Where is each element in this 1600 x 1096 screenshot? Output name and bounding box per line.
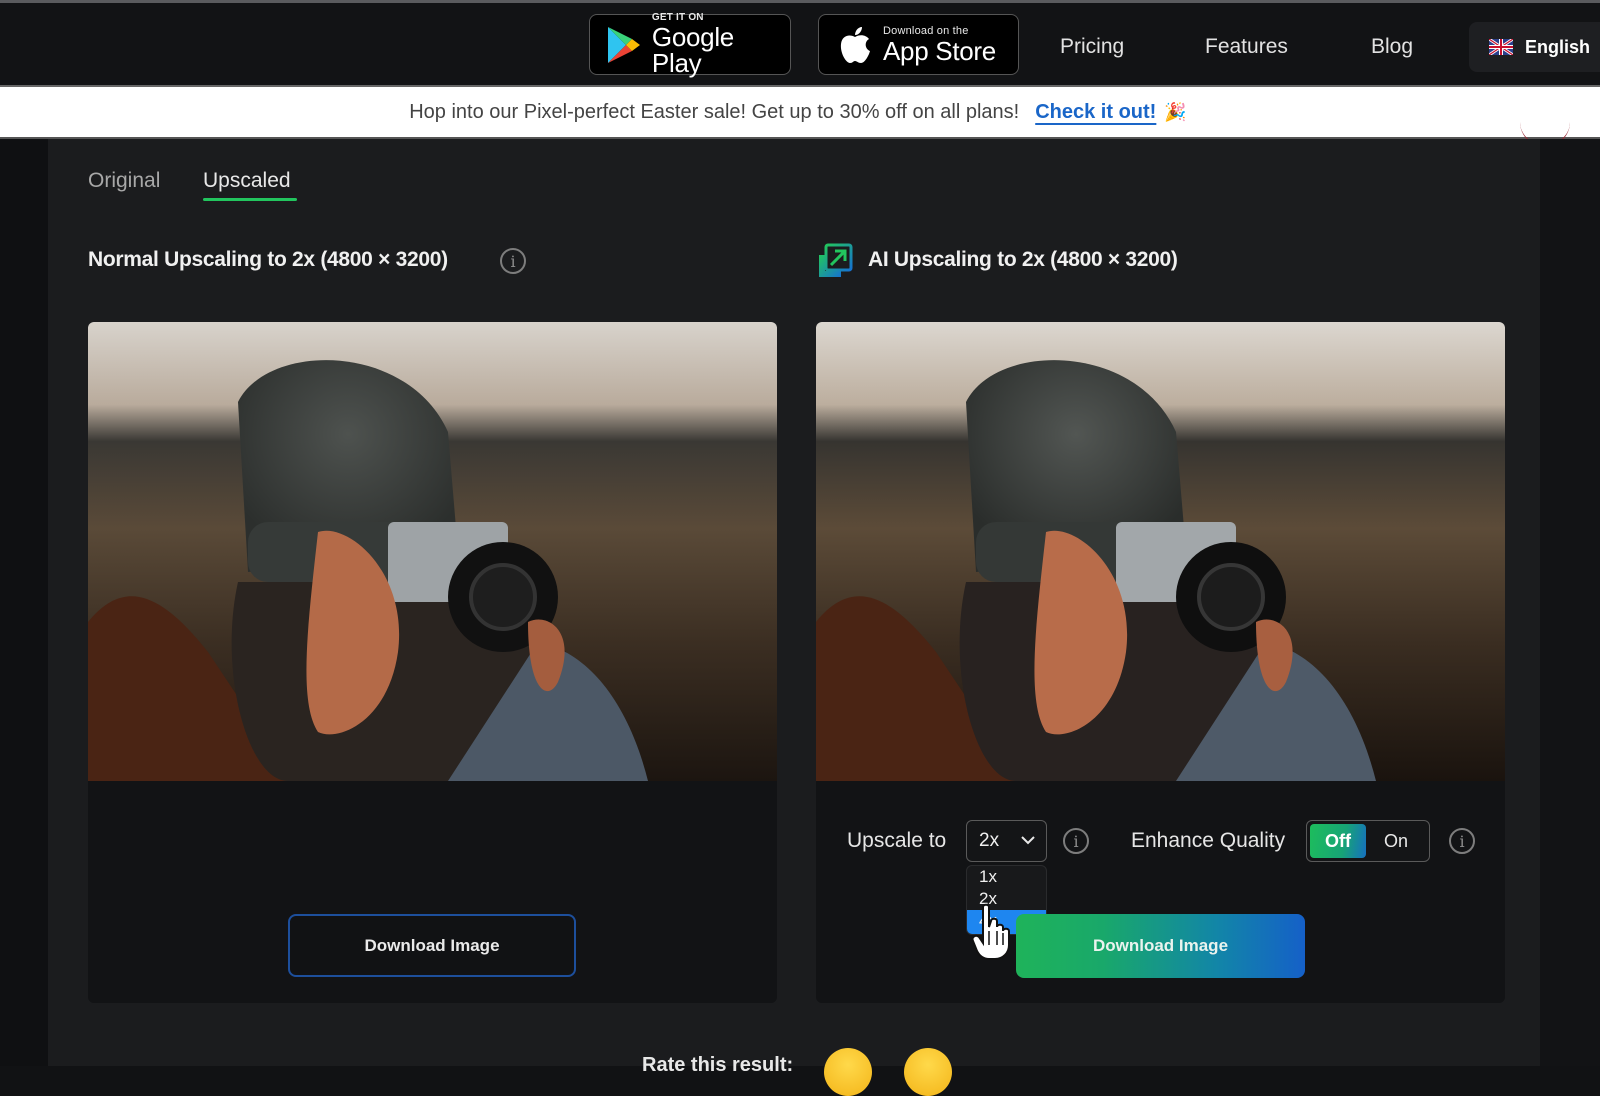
promo-link[interactable]: Check it out! <box>1035 101 1156 124</box>
neutral-face-emoji-icon[interactable] <box>904 1048 952 1096</box>
nav-link-features[interactable]: Features <box>1205 35 1288 59</box>
ai-upscaling-title: AI Upscaling to 2x (4800 × 3200) <box>868 248 1178 271</box>
toggle-off-option[interactable]: Off <box>1310 824 1366 858</box>
apple-icon <box>835 25 875 65</box>
language-label: English <box>1525 36 1591 57</box>
toggle-on-option[interactable]: On <box>1366 831 1426 852</box>
party-popper-icon: 🎉 <box>1164 101 1187 122</box>
left-sidebar-strip <box>0 139 48 1066</box>
enhance-quality-label: Enhance Quality <box>1131 829 1286 852</box>
download-ai-button[interactable]: Download Image <box>1016 914 1305 978</box>
right-sidebar-strip <box>1540 139 1600 1066</box>
normal-upscale-panel <box>88 322 777 1003</box>
hand-pointer-cursor-icon <box>971 903 1010 960</box>
active-tab-indicator <box>203 198 297 201</box>
top-navbar: GET IT ON Google Play Download on the Ap… <box>0 3 1600 85</box>
normal-upscaling-title: Normal Upscaling to 2x (4800 × 3200) <box>88 248 448 271</box>
google-play-icon <box>604 25 644 65</box>
app-store-big-text: App Store <box>883 35 996 66</box>
upscale-selected-value: 2x <box>979 830 1000 851</box>
google-play-big-text: Google Play <box>651 22 734 78</box>
nav-link-blog[interactable]: Blog <box>1371 35 1413 59</box>
chevron-down-icon <box>1021 836 1035 845</box>
ai-upscaled-image <box>816 322 1505 781</box>
sad-face-emoji-icon[interactable] <box>824 1048 872 1096</box>
upscale-to-label: Upscale to <box>847 829 947 852</box>
promo-banner: Hop into our Pixel-perfect Easter sale! … <box>0 85 1600 139</box>
app-store-button[interactable]: Download on the App Store <box>818 14 1019 75</box>
ai-upscale-panel <box>816 322 1505 1003</box>
enhance-info-icon[interactable]: i <box>1449 828 1475 854</box>
app-store-small-text: Download on the <box>883 24 969 37</box>
uk-flag-icon <box>1489 39 1513 55</box>
download-normal-button[interactable]: Download Image <box>288 914 576 977</box>
normal-upscaled-image <box>88 322 777 781</box>
enhance-quality-toggle[interactable]: Off On <box>1306 820 1430 862</box>
option-1x[interactable]: 1x <box>967 866 1046 888</box>
info-icon[interactable]: i <box>500 248 526 274</box>
nav-link-pricing[interactable]: Pricing <box>1060 35 1124 59</box>
ai-upscale-icon <box>819 243 853 277</box>
promo-text: Hop into our Pixel-perfect Easter sale! … <box>409 100 1020 123</box>
tab-original[interactable]: Original <box>88 169 160 193</box>
google-play-button[interactable]: GET IT ON Google Play <box>589 13 791 78</box>
upscale-factor-select[interactable]: 2x <box>966 820 1047 862</box>
tab-upscaled[interactable]: Upscaled <box>203 169 291 193</box>
language-selector[interactable]: English <box>1469 22 1600 72</box>
upscale-info-icon[interactable]: i <box>1063 828 1089 854</box>
